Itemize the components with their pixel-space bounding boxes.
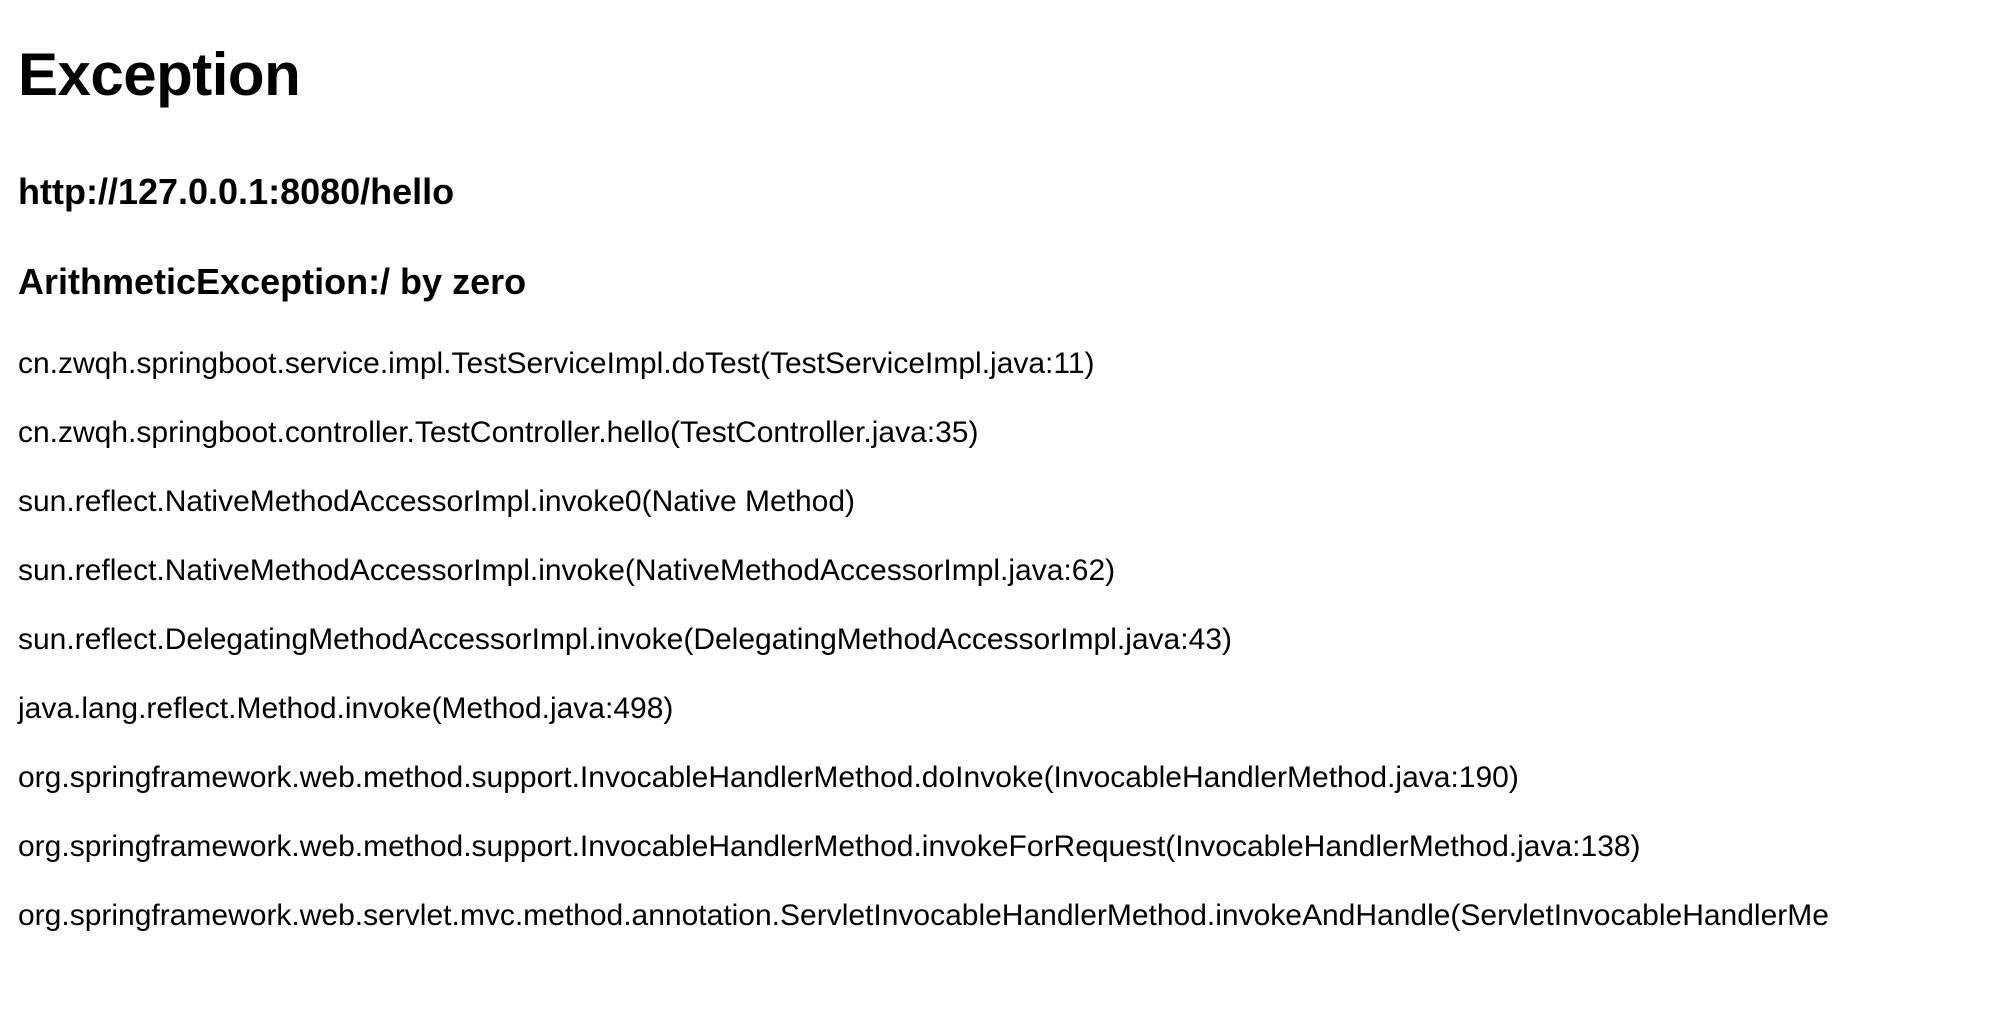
stack-trace-line: cn.zwqh.springboot.controller.TestContro… — [18, 416, 1980, 450]
stack-trace-container: cn.zwqh.springboot.service.impl.TestServ… — [18, 347, 1980, 933]
stack-trace-line: org.springframework.web.method.support.I… — [18, 830, 1980, 864]
exception-title: Exception — [18, 40, 1980, 109]
stack-trace-line: org.springframework.web.method.support.I… — [18, 761, 1980, 795]
stack-trace-line: java.lang.reflect.Method.invoke(Method.j… — [18, 692, 1980, 726]
stack-trace-line: cn.zwqh.springboot.service.impl.TestServ… — [18, 347, 1980, 381]
stack-trace-line: sun.reflect.NativeMethodAccessorImpl.inv… — [18, 554, 1980, 588]
stack-trace-line: org.springframework.web.servlet.mvc.meth… — [18, 899, 1980, 933]
exception-message: ArithmeticException:/ by zero — [18, 261, 1980, 303]
request-url: http://127.0.0.1:8080/hello — [18, 171, 1980, 213]
stack-trace-line: sun.reflect.NativeMethodAccessorImpl.inv… — [18, 485, 1980, 519]
stack-trace-line: sun.reflect.DelegatingMethodAccessorImpl… — [18, 623, 1980, 657]
